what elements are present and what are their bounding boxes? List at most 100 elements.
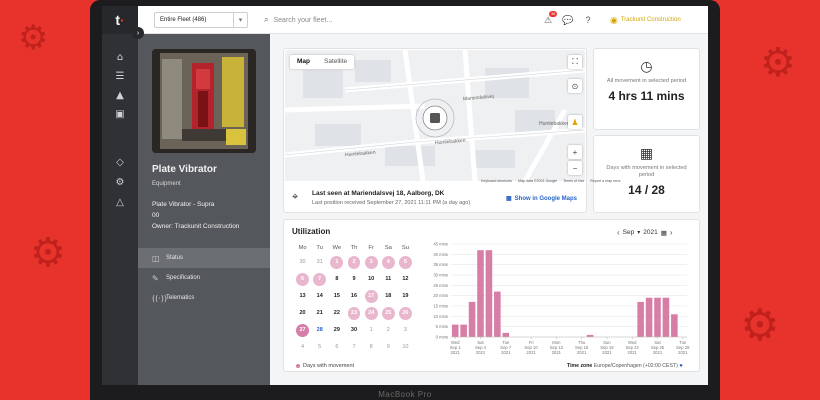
calendar-day[interactable]: 4	[296, 341, 309, 354]
calendar-week: 4 5 6 7 8 9 10	[294, 339, 414, 356]
calendar-day[interactable]: 1	[365, 324, 378, 337]
calendar-day[interactable]: 11	[382, 273, 395, 286]
calendar-day[interactable]: 8	[365, 341, 378, 354]
chevron-left-icon[interactable]: ‹	[617, 228, 620, 237]
calendar-day[interactable]: 30	[348, 324, 361, 337]
show-in-google-maps-link[interactable]: ▦ Show in Google Maps	[506, 195, 577, 202]
utilization-bar[interactable]	[468, 301, 476, 337]
utilization-bar[interactable]	[451, 324, 459, 337]
utilization-bar[interactable]	[477, 250, 484, 337]
terms-link[interactable]: Terms of Use	[563, 179, 584, 183]
calendar-day[interactable]: 7	[313, 273, 327, 286]
calendar-day[interactable]: 27	[296, 324, 309, 337]
calendar-day[interactable]: 4	[381, 256, 395, 269]
calendar-day[interactable]: 5	[313, 341, 326, 354]
map-footer: Keyboard shortcuts Map data ©2021 Google…	[481, 179, 626, 183]
calendar-day[interactable]: 14	[313, 290, 326, 303]
list-icon[interactable]: ☰	[112, 71, 128, 85]
utilization-bar[interactable]	[637, 301, 644, 337]
calendar-day[interactable]: 6	[330, 341, 343, 354]
last-position-text: Last position received September 27, 202…	[312, 200, 471, 206]
calendar-day[interactable]: 10	[365, 273, 378, 286]
map-view[interactable]: Humlebakken Humlebakken Humlebakken Mari…	[285, 50, 585, 181]
calendar-day[interactable]: 15	[330, 290, 343, 303]
service-icon[interactable]: ⚙	[112, 177, 128, 191]
calendar-day[interactable]: 20	[296, 307, 309, 320]
calendar-day[interactable]: 31	[313, 256, 326, 269]
account-menu[interactable]: ◉ Trackunit Construction	[610, 12, 681, 28]
chat-icon[interactable]: 💬	[558, 15, 578, 26]
cone-icon[interactable]: △	[112, 197, 128, 211]
background-machine-icon: ⚙	[30, 230, 66, 276]
asset-nav-telematics[interactable]: ((·)) Telematics	[138, 288, 270, 308]
calendar-day[interactable]: 17	[364, 290, 378, 303]
calendar-day[interactable]: 30	[296, 256, 309, 269]
calendar-icon[interactable]: ▦	[661, 229, 667, 237]
calendar-day[interactable]: 12	[399, 273, 412, 286]
utilization-bar[interactable]	[654, 297, 661, 337]
locate-button[interactable]: ⊙	[568, 79, 582, 93]
calendar-day[interactable]: 3	[399, 324, 412, 337]
calendar-day[interactable]: 26	[398, 307, 412, 320]
calendar-day[interactable]: 23	[347, 307, 361, 320]
home-icon[interactable]: ⌂	[112, 52, 128, 66]
tab-map[interactable]: Map	[290, 55, 317, 69]
report-error-link[interactable]: Report a map error	[590, 179, 620, 183]
calendar-day[interactable]: 3	[364, 256, 378, 269]
chevron-right-icon[interactable]: ›	[670, 228, 673, 237]
show-in-google-maps-label: Show in Google Maps	[514, 196, 578, 202]
calendar-day[interactable]: 5	[398, 256, 412, 269]
zoom-out-button[interactable]: −	[568, 161, 582, 175]
calendar-day[interactable]: 7	[348, 341, 361, 354]
fleet-select[interactable]: Entire Fleet (486) ▾	[154, 12, 248, 28]
timezone-label: Time zone	[567, 363, 593, 369]
timezone-info: Time zone Europe/Copenhagen (+02:00 CEST…	[567, 363, 683, 369]
search-input[interactable]: ⌕ Search your fleet...	[264, 12, 464, 28]
utilization-bar[interactable]	[671, 314, 678, 337]
calendar-day[interactable]: 13	[296, 290, 309, 303]
calendar-day[interactable]: 2	[382, 324, 395, 337]
calendar-day[interactable]: 29	[330, 324, 343, 337]
utilization-card: Utilization ‹ Sep ▾ 2021 ▦ › Mo Tu We Th Fr S…	[283, 219, 700, 372]
machine-icon[interactable]: ▲	[112, 90, 128, 104]
calendar-day[interactable]: 22	[330, 307, 343, 320]
utilization-bar[interactable]	[460, 324, 467, 337]
keyboard-shortcuts-link[interactable]: Keyboard shortcuts	[481, 179, 512, 183]
tab-satellite[interactable]: Satellite	[317, 55, 354, 69]
street-view-icon[interactable]: ♟	[568, 115, 582, 129]
utilization-bar[interactable]	[494, 291, 501, 337]
calendar-day[interactable]: 6	[296, 273, 309, 286]
calendar-day[interactable]: 8	[330, 273, 343, 286]
calendar-day[interactable]: 9	[382, 341, 395, 354]
calendar-day[interactable]: 25	[381, 307, 395, 320]
calendar-day[interactable]: 2	[347, 256, 361, 269]
calendar-day[interactable]: 28	[313, 324, 326, 337]
y-tick-label: 40 mins	[433, 252, 448, 257]
utilization-bar[interactable]	[502, 332, 510, 337]
calendar-day[interactable]: 21	[313, 307, 326, 320]
utilization-bar[interactable]	[485, 250, 493, 337]
alert-icon[interactable]: ⚠ 36	[538, 10, 558, 26]
box-icon[interactable]: ◇	[112, 157, 128, 171]
help-icon[interactable]: ?	[578, 15, 598, 25]
calendar-day[interactable]: 19	[399, 290, 412, 303]
month-select[interactable]: Sep	[623, 229, 635, 236]
asset-nav-status[interactable]: ◫ Status	[138, 248, 270, 268]
info-icon[interactable]: ●	[679, 363, 683, 369]
calendar-day[interactable]: 18	[382, 290, 395, 303]
report-icon[interactable]: ▣	[112, 109, 128, 123]
calendar-day[interactable]: 16	[348, 290, 361, 303]
asset-nav-specification[interactable]: ✎ Specification	[138, 268, 270, 288]
calendar-day[interactable]: 9	[348, 273, 361, 286]
calendar-day[interactable]: 1	[330, 256, 344, 269]
utilization-bar[interactable]	[645, 297, 653, 337]
zoom-in-button[interactable]: +	[568, 145, 582, 159]
collapse-sidebar-button[interactable]: ›	[132, 27, 144, 39]
calendar-day[interactable]: 24	[364, 307, 378, 320]
stat-label: Days with movement in selected period	[606, 165, 687, 178]
laptop-model-label: MacBook Pro	[378, 390, 432, 399]
fullscreen-button[interactable]: ⛶	[568, 55, 582, 69]
calendar-day[interactable]: 10	[399, 341, 412, 354]
utilization-bar[interactable]	[586, 334, 594, 337]
utilization-bar[interactable]	[662, 297, 670, 337]
